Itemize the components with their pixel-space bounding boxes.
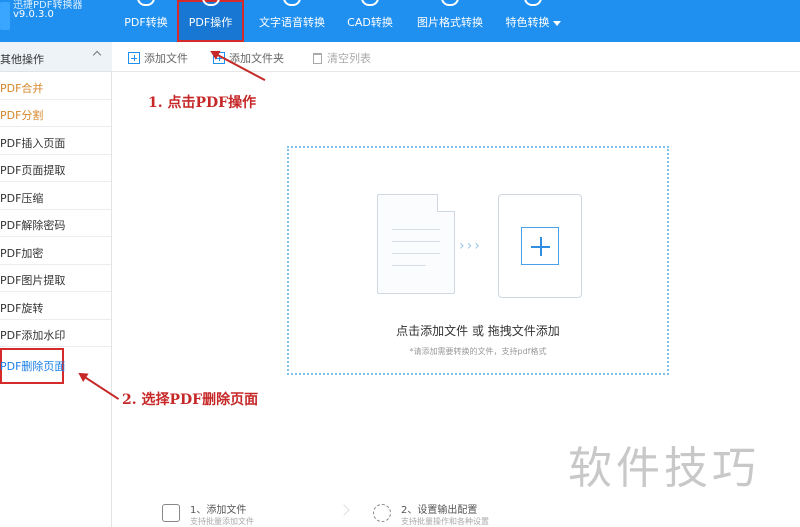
sidebar-item-label: PDF分割 (0, 109, 44, 122)
sidebar-item-pdf-compress[interactable]: PDF压缩 (0, 183, 111, 210)
arrows-icon: ››› (459, 238, 482, 254)
speech-icon (283, 0, 301, 6)
document-icon (377, 194, 455, 294)
add-folder-label: 添加文件夹 (229, 52, 284, 65)
step-title: 1、添加文件 (190, 505, 247, 516)
sidebar-item-label: PDF解除密码 (0, 219, 66, 232)
tab-cad-convert[interactable]: CAD转换 (340, 0, 400, 42)
sidebar-item-label: PDF插入页面 (0, 137, 66, 150)
file-dropzone[interactable]: ››› 点击添加文件 或 拖拽文件添加 *请添加需要转换的文件，支持pdf格式 (287, 146, 669, 375)
sidebar-item-pdf-extract-page[interactable]: PDF页面提取 (0, 155, 111, 182)
image-icon (441, 0, 459, 6)
tab-label: 特色转换 (498, 14, 568, 30)
sidebar-item-pdf-watermark[interactable]: PDF添加水印 (0, 320, 111, 347)
chevron-right-icon (338, 504, 350, 516)
caret-down-icon (552, 20, 561, 26)
cad-icon (361, 0, 379, 6)
sidebar: 其他操作 PDF合并 PDF分割 PDF插入页面 PDF页面提取 PDF压缩 P… (0, 42, 112, 527)
step-subtitle: 支持批量操作和各种设置 (401, 517, 489, 526)
trash-icon (313, 53, 322, 64)
star-icon (524, 0, 542, 6)
sidebar-item-label: PDF页面提取 (0, 164, 66, 177)
step-subtitle: 支持批量添加文件 (190, 517, 254, 526)
tab-label: PDF操作 (188, 16, 233, 29)
dropzone-hint: *请添加需要转换的文件，支持pdf格式 (409, 347, 547, 356)
chevron-up-icon (92, 50, 102, 60)
sidebar-item-label: PDF合并 (0, 82, 44, 95)
tab-pdf-convert[interactable]: PDF转换 (115, 0, 177, 42)
sidebar-header[interactable]: 其他操作 (0, 42, 112, 72)
tab-pdf-operate[interactable]: PDF操作 (177, 0, 244, 42)
app-logo (0, 2, 10, 30)
tab-special-convert[interactable]: 特色转换 (498, 0, 568, 42)
chat-bubble-icon (201, 0, 220, 6)
dropzone-title: 点击添加文件 或 拖拽文件添加 (396, 324, 560, 338)
gear-icon (373, 504, 391, 522)
chat-bubble-icon (137, 0, 155, 6)
clear-list-button[interactable]: 清空列表 (313, 50, 371, 65)
add-file-button[interactable]: 添加文件 (128, 50, 188, 65)
sidebar-item-pdf-insert-page[interactable]: PDF插入页面 (0, 128, 111, 155)
clear-list-label: 清空列表 (327, 52, 371, 65)
tab-text-speech[interactable]: 文字语音转换 (252, 0, 332, 42)
add-file-step-icon (162, 504, 180, 522)
tab-label: CAD转换 (347, 16, 393, 29)
add-box[interactable] (498, 194, 582, 298)
plus-icon (521, 227, 559, 265)
sidebar-item-label: PDF删除页面 (0, 360, 66, 373)
annotation-step-1: 1. 点击PDF操作 (148, 95, 257, 111)
sidebar-item-pdf-delete-page[interactable]: PDF删除页面 (0, 348, 66, 384)
sidebar-header-label: 其他操作 (0, 53, 44, 66)
step-title: 2、设置输出配置 (401, 505, 478, 516)
sidebar-item-pdf-rotate[interactable]: PDF旋转 (0, 293, 111, 320)
tab-image-format[interactable]: 图片格式转换 (410, 0, 490, 42)
app-version: v9.0.3.0 (13, 9, 54, 20)
sidebar-item-pdf-encrypt[interactable]: PDF加密 (0, 238, 111, 265)
sidebar-item-pdf-merge[interactable]: PDF合并 (0, 73, 111, 100)
sidebar-item-label: PDF加密 (0, 247, 44, 260)
annotation-step-2: 2. 选择PDF删除页面 (122, 392, 259, 408)
sidebar-item-label: PDF旋转 (0, 302, 44, 315)
top-nav-bar: 迅捷PDF转换器 v9.0.3.0 PDF转换 PDF操作 文字语音转换 CAD… (0, 0, 800, 42)
add-file-icon (128, 52, 140, 64)
tab-label: 图片格式转换 (417, 16, 483, 29)
sidebar-item-label: PDF添加水印 (0, 329, 66, 342)
sidebar-item-pdf-split[interactable]: PDF分割 (0, 100, 111, 127)
sidebar-item-pdf-remove-password[interactable]: PDF解除密码 (0, 210, 111, 237)
add-file-label: 添加文件 (144, 52, 188, 65)
sidebar-item-pdf-extract-images[interactable]: PDF图片提取 (0, 265, 111, 292)
sidebar-item-label: PDF压缩 (0, 192, 44, 205)
sidebar-item-label: PDF图片提取 (0, 274, 66, 287)
watermark: 软件技巧 (568, 443, 760, 494)
tab-label: PDF转换 (124, 16, 168, 29)
tab-label: 文字语音转换 (259, 16, 325, 29)
